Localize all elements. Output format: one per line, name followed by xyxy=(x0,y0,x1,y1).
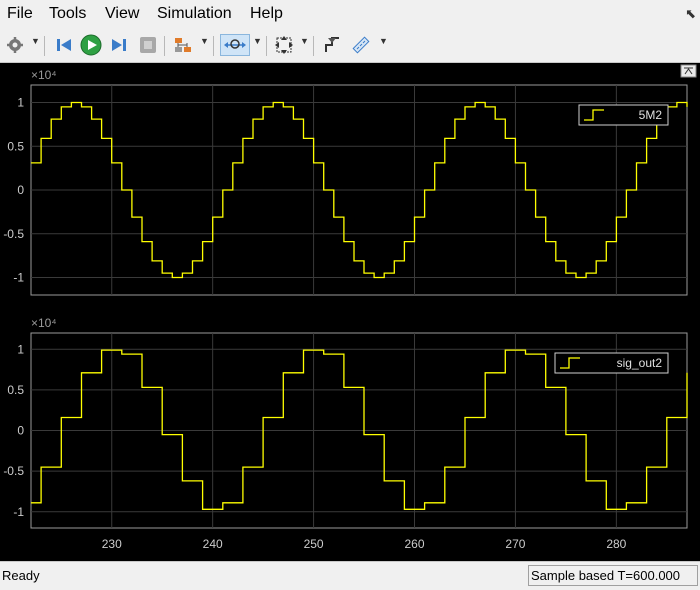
toolbar: ▼ ▼ ▼ ▼ ▼ xyxy=(0,30,700,63)
y-tick-label: -0.5 xyxy=(3,464,24,478)
status-text: Ready xyxy=(2,568,40,583)
stop-icon[interactable] xyxy=(137,34,159,56)
chevron-down-icon[interactable]: ▼ xyxy=(379,36,388,46)
run-icon[interactable] xyxy=(80,34,102,56)
y-tick-label: 0 xyxy=(17,183,24,197)
y-tick-label: -1 xyxy=(13,271,24,285)
y-tick-label: -0.5 xyxy=(3,227,24,241)
menu-file[interactable]: File xyxy=(7,5,33,23)
gear-icon[interactable] xyxy=(4,34,26,56)
menu-simulation[interactable]: Simulation xyxy=(157,5,232,23)
legend-label: 5M2 xyxy=(639,108,663,122)
step-back-icon[interactable] xyxy=(53,34,75,56)
menu-help[interactable]: Help xyxy=(250,5,283,23)
menu-view[interactable]: View xyxy=(105,5,139,23)
y-tick-label: 1 xyxy=(17,342,24,356)
step-forward-icon[interactable] xyxy=(108,34,130,56)
fit-to-view-icon[interactable] xyxy=(273,34,295,56)
x-tick-label: 250 xyxy=(304,537,324,551)
toolbar-separator xyxy=(44,36,45,56)
toolbar-separator xyxy=(164,36,165,56)
triggers-icon[interactable] xyxy=(322,34,344,56)
y-tick-label: 0.5 xyxy=(7,139,24,153)
toolbar-separator xyxy=(266,36,267,56)
chevron-down-icon[interactable]: ▼ xyxy=(200,36,209,46)
scope-axes-2: 1 0.5 0 -0.5 -1 ×10⁴ 230 240 250 260 270 280 sig_out… xyxy=(3,316,688,551)
toolbar-separator xyxy=(213,36,214,56)
y-tick-label: 1 xyxy=(17,96,24,110)
signal-selector-icon[interactable] xyxy=(172,34,194,56)
x-tick-label: 230 xyxy=(102,537,122,551)
toolbar-separator xyxy=(313,36,314,56)
undock-arrow-icon[interactable]: ⬉ xyxy=(685,6,696,22)
x-tick-label: 270 xyxy=(505,537,525,551)
legend-label: sig_out2 xyxy=(617,356,663,370)
scope-plots: 1 0.5 0 -0.5 -1 ×10⁴ 5M2 1 0.5 0 -0.5 -1 ×10⁴ 230 240 2… xyxy=(3,64,697,551)
x-tick-label: 260 xyxy=(404,537,424,551)
measurements-icon[interactable] xyxy=(350,34,372,56)
chevron-down-icon[interactable]: ▼ xyxy=(300,36,309,46)
sample-time-indicator: Sample based T=600.000 xyxy=(528,565,698,586)
status-bar: Ready Sample based T=600.000 xyxy=(0,561,700,590)
scope-axes-1: 1 0.5 0 -0.5 -1 ×10⁴ 5M2 xyxy=(3,68,688,296)
undock-icon[interactable] xyxy=(680,64,697,78)
y-tick-label: 0 xyxy=(17,424,24,438)
zoom-icon[interactable] xyxy=(220,34,250,56)
y-exponent-label: ×10⁴ xyxy=(31,316,57,330)
y-exponent-label: ×10⁴ xyxy=(31,68,57,82)
chevron-down-icon[interactable]: ▼ xyxy=(31,36,40,46)
menu-bar: File Tools View Simulation Help ⬉ xyxy=(0,0,700,30)
x-tick-label: 280 xyxy=(606,537,626,551)
menu-tools[interactable]: Tools xyxy=(49,5,86,23)
x-tick-label: 240 xyxy=(203,537,223,551)
y-tick-label: 0.5 xyxy=(7,383,24,397)
scope-display: 1 0.5 0 -0.5 -1 ×10⁴ 5M2 1 0.5 0 -0.5 -1 ×10⁴ 230 240 2… xyxy=(0,63,700,561)
y-tick-label: -1 xyxy=(13,505,24,519)
chevron-down-icon[interactable]: ▼ xyxy=(253,36,262,46)
